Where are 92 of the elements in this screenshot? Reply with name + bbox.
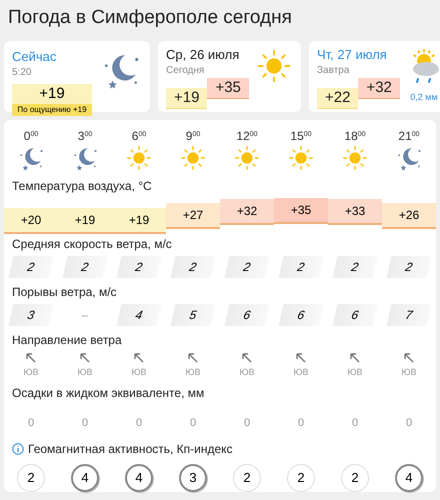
wind-direction: ЮВ bbox=[347, 366, 363, 378]
wind-gust: 3 bbox=[8, 304, 54, 326]
arrow-icon bbox=[25, 352, 37, 364]
precip-value: 0 bbox=[244, 416, 250, 431]
temperature-bar: +20 bbox=[4, 208, 58, 234]
hour-label: 9$^{00}$ bbox=[186, 128, 200, 144]
max-temp: +32 bbox=[358, 78, 400, 98]
precip-value: 0 bbox=[298, 416, 304, 431]
wind-direction: ЮВ bbox=[293, 366, 309, 378]
hour-label: 21$^{00}$ bbox=[398, 128, 420, 144]
kp-index: 2 bbox=[287, 464, 315, 492]
hour-label: 12$^{00}$ bbox=[236, 128, 258, 144]
info-icon[interactable] bbox=[12, 442, 24, 454]
row-label: Осадки в жидком эквиваленте, мм bbox=[11, 385, 206, 401]
hour-label: 6$^{00}$ bbox=[132, 128, 146, 144]
kp-index: 2 bbox=[341, 464, 369, 492]
precip-amount: 0,2 мм bbox=[410, 90, 438, 104]
temperature-bar: +19 bbox=[58, 208, 112, 234]
sun-icon bbox=[125, 144, 153, 172]
wind-direction: ЮВ bbox=[239, 366, 255, 378]
temperature-bar: +35 bbox=[274, 198, 328, 224]
kp-index: 3 bbox=[179, 464, 207, 492]
sun-icon bbox=[179, 144, 207, 172]
wind-direction: ЮВ bbox=[23, 366, 39, 378]
day-card[interactable]: Ср, 26 июля Сегодня +19 +35 bbox=[158, 40, 301, 112]
arrow-icon bbox=[295, 352, 307, 364]
arrow-icon bbox=[187, 352, 199, 364]
wind-direction: ЮВ bbox=[401, 366, 417, 378]
sun-icon bbox=[287, 144, 315, 172]
temperature-bar: +32 bbox=[220, 198, 274, 224]
sun-icon bbox=[341, 144, 369, 172]
row-label: Направление ветра bbox=[11, 332, 123, 348]
wind-gust: – bbox=[79, 306, 91, 324]
feels-like: По ощущению +19 bbox=[12, 104, 92, 116]
wind-speed: 2 bbox=[224, 256, 270, 278]
hour-label: 3$^{00}$ bbox=[78, 128, 92, 144]
wind-direction: ЮВ bbox=[77, 366, 93, 378]
kp-index: 4 bbox=[125, 464, 153, 492]
precip-value: 0 bbox=[352, 416, 358, 431]
row-label: Средняя скорость ветра, м/с bbox=[11, 236, 173, 252]
day-subtitle: Сегодня bbox=[166, 64, 206, 78]
hour-label: 18$^{00}$ bbox=[344, 128, 366, 144]
day-card[interactable]: Чт, 27 июля Завтра +22 +32 0,2 мм bbox=[309, 40, 440, 112]
wind-direction: ЮВ bbox=[185, 366, 201, 378]
wind-speed: 2 bbox=[386, 256, 432, 278]
wind-speed: 2 bbox=[170, 256, 216, 278]
arrow-icon bbox=[349, 352, 361, 364]
min-temp: +22 bbox=[317, 88, 358, 108]
wind-speed: 2 bbox=[278, 256, 324, 278]
precip-value: 0 bbox=[190, 416, 196, 431]
temperature-bar: +33 bbox=[328, 198, 382, 224]
temperature-bar: +19 bbox=[112, 208, 166, 234]
kp-index: 2 bbox=[233, 464, 261, 492]
hour-label: 15$^{00}$ bbox=[290, 128, 312, 144]
hour-label: 0$^{00}$ bbox=[24, 128, 38, 144]
row-label: Порывы ветра, м/с bbox=[11, 284, 118, 300]
wind-speed: 2 bbox=[332, 256, 378, 278]
day-date: Ср, 26 июля bbox=[166, 46, 240, 62]
wind-gust: 5 bbox=[170, 304, 216, 326]
wind-gust: 4 bbox=[116, 304, 162, 326]
wind-gust: 6 bbox=[332, 304, 378, 326]
now-label: Сейчас bbox=[12, 48, 58, 64]
now-temp: +19 bbox=[39, 84, 65, 104]
precip-value: 0 bbox=[82, 416, 88, 431]
arrow-icon bbox=[403, 352, 415, 364]
precip-value: 0 bbox=[28, 416, 34, 431]
wind-gust: 6 bbox=[224, 304, 270, 326]
arrow-icon bbox=[241, 352, 253, 364]
temperature-bar: +26 bbox=[382, 202, 436, 228]
wind-gust: 7 bbox=[386, 304, 432, 326]
kp-index: 4 bbox=[71, 464, 99, 492]
max-temp: +35 bbox=[207, 78, 249, 98]
arrow-icon bbox=[79, 352, 91, 364]
wind-speed: 2 bbox=[62, 256, 108, 278]
kp-index: 2 bbox=[17, 464, 45, 492]
row-label: Температура воздуха, °C bbox=[11, 178, 153, 194]
wind-direction: ЮВ bbox=[131, 366, 147, 378]
sun-icon bbox=[233, 144, 261, 172]
day-date: Чт, 27 июля bbox=[317, 46, 388, 62]
min-temp: +19 bbox=[166, 88, 208, 108]
wind-speed: 2 bbox=[8, 256, 54, 278]
wind-speed: 2 bbox=[116, 256, 162, 278]
now-time: 5:20 bbox=[12, 66, 32, 80]
precip-value: 0 bbox=[136, 416, 142, 431]
kp-index: 4 bbox=[395, 464, 423, 492]
precip-value: 0 bbox=[406, 416, 412, 431]
arrow-icon bbox=[133, 352, 145, 364]
row-label: Геомагнитная активность, Кп-индекс bbox=[28, 440, 233, 458]
temperature-bar: +27 bbox=[166, 202, 220, 228]
wind-gust: 6 bbox=[278, 304, 324, 326]
page-title: Погода в Симферополе сегодня bbox=[7, 6, 293, 30]
day-subtitle: Завтра bbox=[317, 64, 350, 78]
